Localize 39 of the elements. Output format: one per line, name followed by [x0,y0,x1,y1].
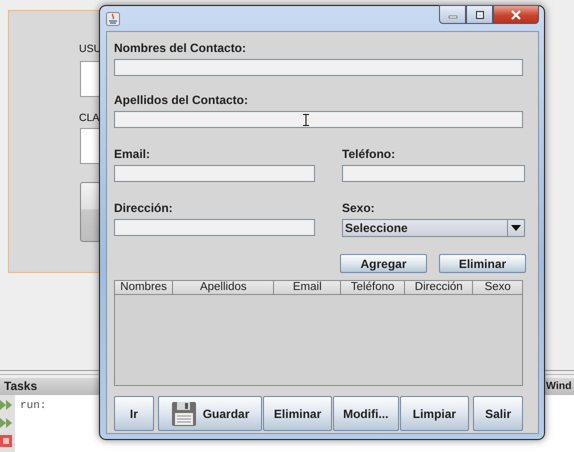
console-text: run: [20,400,46,414]
close-button[interactable] [493,5,539,24]
maximize-icon [474,10,484,18]
toolbar-button[interactable]: Eliminar [263,396,332,431]
field-label: Teléfono: [342,147,396,161]
toolbar-button[interactable]: Modifi... [332,396,399,431]
field-label: Dirección: [114,201,174,215]
toolbar-button[interactable]: Salir [473,396,523,431]
dropdown[interactable]: Seleccione [342,219,525,237]
action-button[interactable]: Eliminar [439,254,526,273]
column-header[interactable]: Email [274,281,342,294]
column-header[interactable]: Sexo [473,281,522,294]
input-field[interactable] [114,111,523,128]
field-label: Apellidos del Contacto: [114,93,250,107]
input-field[interactable] [114,59,523,76]
toolbar-button[interactable]: Limpiar [400,396,470,431]
field-label: Nombres del Contacto: [114,41,248,55]
field-label: CLA [79,112,100,124]
dropdown-arrow-icon [507,220,524,236]
maximize-button[interactable] [466,5,493,24]
rerun-icon[interactable] [0,399,12,411]
stop-icon[interactable] [0,435,12,447]
close-icon [510,10,522,20]
input-field[interactable] [342,165,525,182]
toolbar-button[interactable]: Ir [114,396,154,431]
column-header[interactable]: Nombres [115,281,174,294]
column-header[interactable]: Teléfono [341,281,406,294]
input-field[interactable] [114,219,315,236]
app-icon [106,12,120,26]
column-header[interactable]: Apellidos [173,281,274,294]
field-label: Sexo: [342,201,376,215]
minimize-button[interactable] [439,5,466,24]
rerun-icon[interactable] [0,417,12,429]
field-label: Email: [114,147,152,161]
window-tab[interactable]: Wind [545,378,574,395]
column-header[interactable]: Dirección [405,281,474,294]
action-button[interactable]: Agregar [340,254,427,273]
toolbar-button[interactable]: Guardar [158,396,262,431]
input-field[interactable] [114,165,315,182]
